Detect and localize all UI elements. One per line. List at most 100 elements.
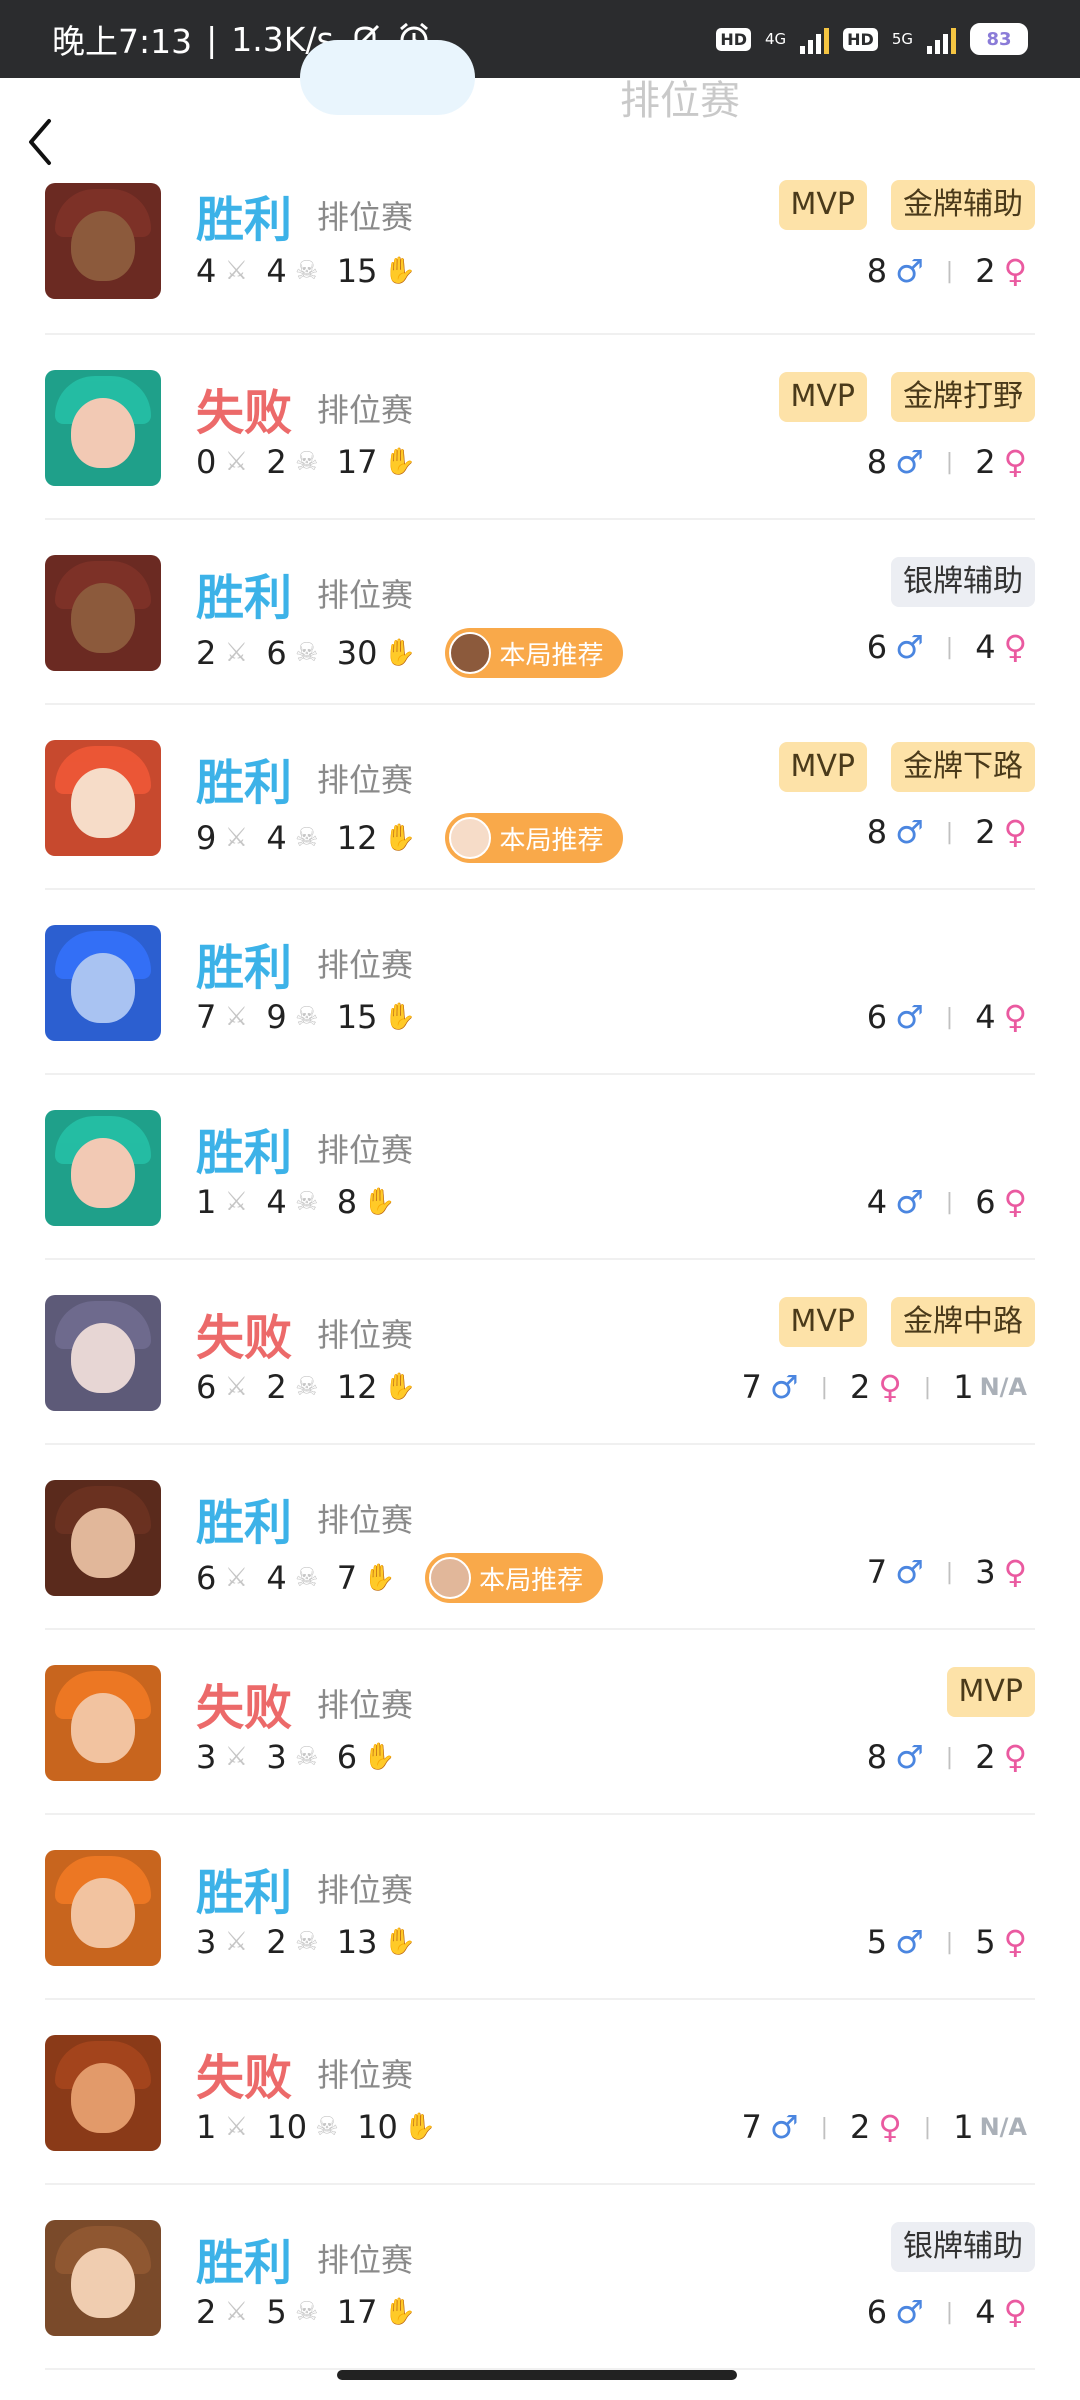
assists-count: 12 (336, 1368, 378, 1406)
stat-divider: | (945, 449, 954, 475)
match-row[interactable]: 失败 排位赛 1 ⚔ 10 ☠ 10 ✋ 7 ♂ | 2 ♀ | 1 N/A (45, 2000, 1035, 2185)
hero-avatar[interactable] (45, 740, 161, 856)
badge-group: MVP 金牌打野 (778, 372, 1035, 422)
hero-avatar[interactable] (45, 555, 161, 671)
male-icon: ♂ (895, 1183, 924, 1221)
deaths-count: 2 (266, 1368, 287, 1406)
stat-divider: | (945, 1189, 954, 1215)
female-count: 4 (975, 998, 996, 1036)
team-gender-stats: 8 ♂ | 2 ♀ (867, 1738, 1027, 1776)
male-count: 8 (866, 1738, 888, 1776)
swords-icon: ⚔ (224, 1563, 249, 1593)
match-row[interactable]: 胜利 排位赛 7 ⚔ 9 ☠ 15 ✋ 6 ♂ | 4 ♀ (45, 890, 1035, 1075)
match-mode: 排位赛 (317, 2241, 414, 2279)
assists-count: 17 (336, 2293, 378, 2331)
assists-count: 17 (336, 443, 378, 481)
match-row[interactable]: 胜利 排位赛 3 ⚔ 2 ☠ 13 ✋ 5 ♂ | 5 ♀ (45, 1815, 1035, 2000)
recommend-pill[interactable]: 本局推荐 (445, 813, 624, 863)
skull-icon: ☠ (295, 256, 319, 286)
match-result: 胜利 (196, 940, 293, 996)
home-indicator[interactable] (337, 2370, 737, 2380)
tab-ranked[interactable]: 排位赛 (620, 68, 740, 126)
stat-divider: | (945, 2299, 954, 2325)
assists-count: 12 (336, 819, 378, 857)
hero-avatar[interactable] (45, 1295, 161, 1411)
match-mode: 排位赛 (317, 1131, 414, 1169)
match-result: 失败 (196, 385, 293, 441)
male-count: 4 (866, 1183, 888, 1221)
hero-avatar[interactable] (45, 1480, 161, 1596)
deaths-count: 10 (266, 2108, 308, 2146)
kills-count: 0 (196, 443, 217, 481)
stat-divider: | (820, 2114, 828, 2140)
hd-icon-2: HD (843, 27, 878, 51)
recommend-label: 本局推荐 (479, 1565, 584, 1596)
stat-divider: | (820, 1374, 828, 1400)
match-mode: 排位赛 (317, 1501, 414, 1539)
female-count: 2 (975, 1738, 996, 1776)
kda-stats: 1 ⚔ 10 ☠ 10 ✋ (196, 2108, 448, 2146)
match-row[interactable]: 胜利 排位赛 2 ⚔ 6 ☠ 30 ✋ 本局推荐 银牌辅助 6 ♂ | 4 ♀ (45, 520, 1035, 705)
assist-hand-icon: ✋ (383, 2297, 416, 2327)
female-count: 4 (975, 2293, 996, 2331)
match-row[interactable]: 胜利 排位赛 1 ⚔ 4 ☠ 8 ✋ 4 ♂ | 6 ♀ (45, 1075, 1035, 1260)
hero-avatar[interactable] (45, 2220, 161, 2336)
network-5g: 5G (891, 30, 913, 48)
back-button[interactable] (20, 114, 60, 170)
badge-group: 银牌辅助 (891, 557, 1035, 607)
mvp-badge: MVP (778, 180, 867, 230)
match-result: 胜利 (196, 755, 293, 811)
player-mini-avatar (449, 817, 492, 859)
swords-icon: ⚔ (224, 2112, 249, 2142)
hero-avatar[interactable] (45, 183, 161, 299)
match-mode: 排位赛 (317, 1871, 414, 1909)
kda-stats: 6 ⚔ 4 ☠ 7 ✋ 本局推荐 (196, 1553, 604, 1603)
stat-divider: | (945, 1559, 954, 1585)
tab-all[interactable] (300, 40, 475, 115)
hero-avatar[interactable] (45, 370, 161, 486)
recommend-pill[interactable]: 本局推荐 (445, 628, 624, 678)
swords-icon: ⚔ (224, 1742, 249, 1772)
swords-icon: ⚔ (224, 1927, 249, 1957)
match-row[interactable]: 胜利 排位赛 4 ⚔ 4 ☠ 15 ✋ MVP 金牌辅助 8 ♂ | 2 ♀ (45, 180, 1035, 335)
match-result: 失败 (196, 1680, 293, 1736)
stat-divider: | (923, 1374, 932, 1400)
match-result: 胜利 (196, 1865, 293, 1921)
kills-count: 3 (196, 1738, 217, 1776)
male-count: 8 (866, 252, 888, 290)
skull-icon: ☠ (295, 638, 319, 668)
male-count: 7 (866, 1553, 888, 1591)
kda-stats: 6 ⚔ 2 ☠ 12 ✋ (196, 1368, 427, 1406)
hero-avatar[interactable] (45, 1665, 161, 1781)
male-icon: ♂ (769, 2108, 799, 2146)
match-row[interactable]: 失败 排位赛 6 ⚔ 2 ☠ 12 ✋ MVP 金牌中路 7 ♂ | 2 ♀ | … (45, 1260, 1035, 1445)
kills-count: 1 (196, 1183, 217, 1221)
match-row[interactable]: 胜利 排位赛 9 ⚔ 4 ☠ 12 ✋ 本局推荐 MVP 金牌下路 8 ♂ | 2… (45, 705, 1035, 890)
recommend-pill[interactable]: 本局推荐 (425, 1553, 604, 1603)
swords-icon: ⚔ (224, 1372, 249, 1402)
female-count: 2 (849, 2108, 871, 2146)
male-icon: ♂ (895, 2293, 924, 2331)
signal-icon (800, 24, 830, 54)
recommend-label: 本局推荐 (499, 825, 604, 856)
male-count: 5 (866, 1923, 888, 1961)
male-count: 8 (866, 813, 888, 851)
male-count: 8 (866, 443, 888, 481)
match-row[interactable]: 胜利 排位赛 2 ⚔ 5 ☠ 17 ✋ 银牌辅助 6 ♂ | 4 ♀ (45, 2185, 1035, 2370)
kda-stats: 3 ⚔ 2 ☠ 13 ✋ (196, 1923, 427, 1961)
match-row[interactable]: 失败 排位赛 3 ⚔ 3 ☠ 6 ✋ MVP 8 ♂ | 2 ♀ (45, 1630, 1035, 1815)
na-count: 1 (953, 2108, 974, 2146)
female-icon: ♀ (1003, 1923, 1027, 1961)
assists-count: 13 (336, 1923, 378, 1961)
hero-avatar[interactable] (45, 925, 161, 1041)
hero-avatar[interactable] (45, 1110, 161, 1226)
match-row[interactable]: 胜利 排位赛 6 ⚔ 4 ☠ 7 ✋ 本局推荐 7 ♂ | 3 ♀ (45, 1445, 1035, 1630)
swords-icon: ⚔ (224, 1002, 249, 1032)
deaths-count: 4 (266, 819, 287, 857)
female-count: 2 (975, 252, 996, 290)
skull-icon: ☠ (295, 2297, 319, 2327)
deaths-count: 9 (266, 998, 287, 1036)
hero-avatar[interactable] (45, 2035, 161, 2151)
match-row[interactable]: 失败 排位赛 0 ⚔ 2 ☠ 17 ✋ MVP 金牌打野 8 ♂ | 2 ♀ (45, 335, 1035, 520)
hero-avatar[interactable] (45, 1850, 161, 1966)
